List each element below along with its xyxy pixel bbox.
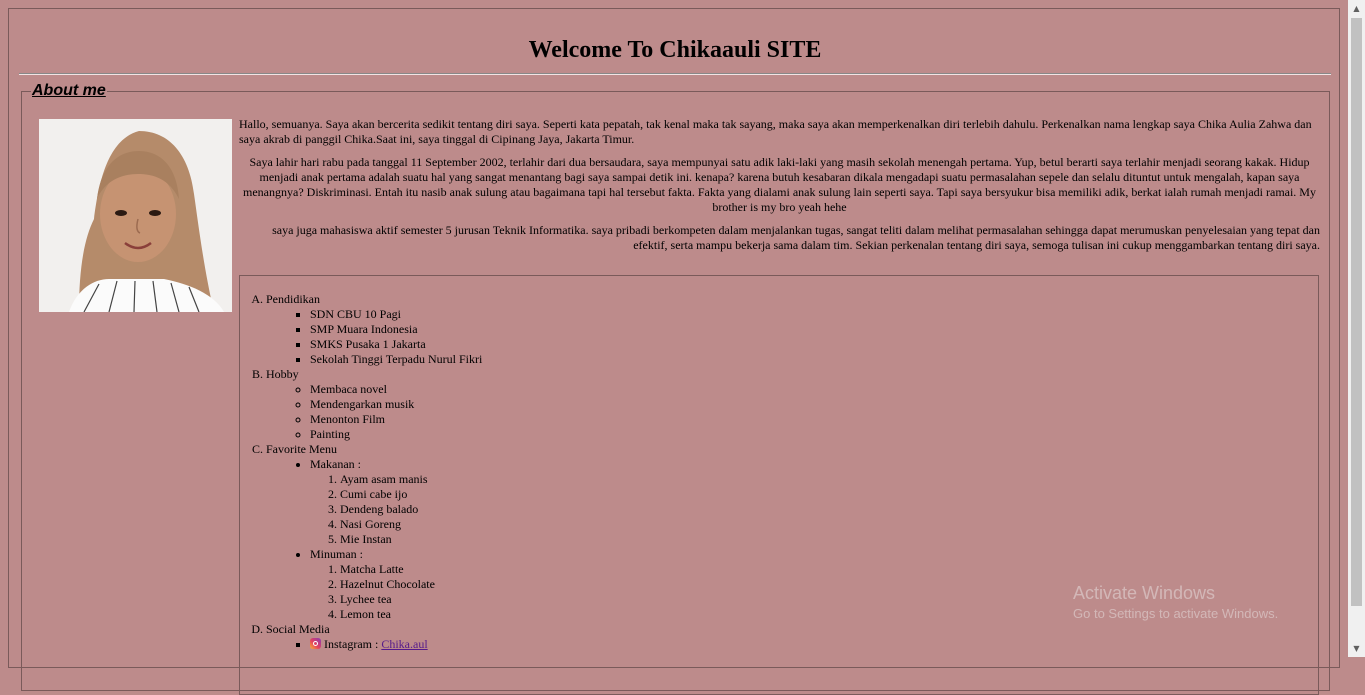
list-item-instagram: Instagram : Chika.aul	[310, 637, 1318, 652]
list-item-hobby: Hobby Membaca novel Mendengarkan musik M…	[266, 367, 1318, 442]
makanan-list: Ayam asam manis Cumi cabe ijo Dendeng ba…	[310, 472, 1318, 547]
list-item: Menonton Film	[310, 412, 1318, 427]
list-label: Makanan :	[310, 457, 361, 471]
windows-activation-watermark: Activate Windows Go to Settings to activ…	[1073, 582, 1278, 622]
list-label: Minuman :	[310, 547, 363, 561]
list-item-makanan: Makanan : Ayam asam manis Cumi cabe ijo …	[310, 457, 1318, 547]
scrollbar-thumb[interactable]	[1351, 18, 1362, 606]
list-item: Dendeng balado	[340, 502, 1318, 517]
list-item: SMP Muara Indonesia	[310, 322, 1318, 337]
list-item: Sekolah Tinggi Terpadu Nurul Fikri	[310, 352, 1318, 367]
instagram-label: Instagram :	[324, 637, 382, 651]
profile-photo-image	[39, 119, 232, 312]
list-item: SMKS Pusaka 1 Jakarta	[310, 337, 1318, 352]
instagram-icon	[310, 638, 321, 649]
scroll-up-arrow-icon[interactable]: ▲	[1348, 0, 1365, 17]
scroll-down-arrow-icon[interactable]: ▼	[1348, 640, 1365, 657]
profile-list-box: Pendidikan SDN CBU 10 Pagi SMP Muara Ind…	[239, 275, 1319, 695]
list-label: Favorite Menu	[266, 442, 337, 456]
hobby-list: Membaca novel Mendengarkan musik Menonto…	[266, 382, 1318, 442]
list-item: Ayam asam manis	[340, 472, 1318, 487]
page-title: Welcome To Chikaauli SITE	[528, 37, 822, 63]
watermark-title: Activate Windows	[1073, 583, 1216, 603]
vertical-scrollbar[interactable]: ▲ ▼	[1348, 0, 1365, 657]
list-item: Mendengarkan musik	[310, 397, 1318, 412]
about-paragraph: Hallo, semuanya. Saya akan bercerita sed…	[239, 117, 1312, 146]
list-label: Hobby	[266, 367, 299, 381]
profile-photo	[39, 119, 232, 312]
about-paragraph: Saya lahir hari rabu pada tanggal 11 Sep…	[243, 155, 1316, 214]
title-divider	[19, 73, 1331, 75]
social-list: Instagram : Chika.aul	[266, 637, 1318, 652]
about-me-legend: About me	[31, 82, 107, 100]
list-item: Membaca novel	[310, 382, 1318, 397]
page-frame: Welcome To Chikaauli SITE About me Hallo…	[8, 8, 1340, 695]
pendidikan-list: SDN CBU 10 Pagi SMP Muara Indonesia SMKS…	[266, 307, 1318, 367]
list-item: Painting	[310, 427, 1318, 442]
list-item-pendidikan: Pendidikan SDN CBU 10 Pagi SMP Muara Ind…	[266, 292, 1318, 367]
list-item: Cumi cabe ijo	[340, 487, 1318, 502]
list-item: Nasi Goreng	[340, 517, 1318, 532]
instagram-link[interactable]: Chika.aul	[381, 637, 427, 651]
about-content: Hallo, semuanya. Saya akan bercerita sed…	[239, 117, 1320, 261]
list-item: Mie Instan	[340, 532, 1318, 547]
list-item-social-media: Social Media Instagram : Chika.aul	[266, 622, 1318, 652]
watermark-subtitle: Go to Settings to activate Windows.	[1073, 606, 1279, 621]
list-label: Pendidikan	[266, 292, 320, 306]
list-item: SDN CBU 10 Pagi	[310, 307, 1318, 322]
list-item: Matcha Latte	[340, 562, 1318, 577]
about-paragraph: saya juga mahasiswa aktif semester 5 jur…	[272, 223, 1320, 252]
list-label: Social Media	[266, 622, 330, 636]
